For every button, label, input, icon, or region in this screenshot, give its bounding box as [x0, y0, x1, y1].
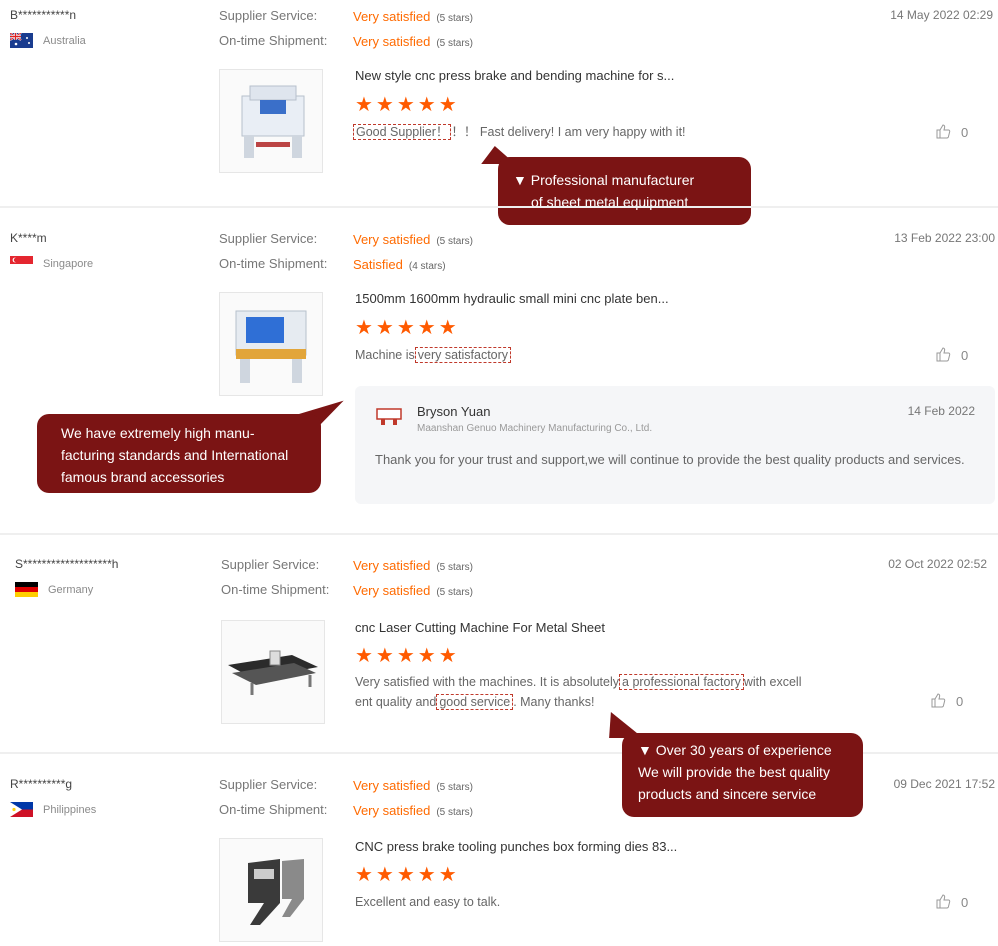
supplier-service-label: Supplier Service:	[221, 557, 320, 572]
supplier-service-rating: Very satisfied (5 stars)	[353, 9, 473, 24]
review-date: 14 May 2022 02:29	[890, 8, 993, 22]
like-count: 0	[961, 125, 969, 140]
product-title-link[interactable]: New style cnc press brake and bending ma…	[355, 68, 674, 83]
ontime-shipment-label: On-time Shipment:	[219, 256, 328, 271]
review-comment: Very satisfied with the machines. It is …	[355, 674, 802, 710]
thumbs-up-icon	[935, 123, 951, 142]
like-count: 0	[961, 348, 969, 363]
country-name: Australia	[43, 34, 86, 47]
reviewer-country: Australia	[10, 33, 86, 48]
shipment-rating: Very satisfied (5 stars)	[353, 583, 473, 598]
supplier-service-label: Supplier Service:	[219, 8, 318, 23]
product-thumbnail[interactable]	[219, 69, 323, 173]
product-thumbnail[interactable]	[219, 838, 323, 942]
highlight-professional-factory: a professional factory	[619, 674, 744, 690]
shipment-rating: Very satisfied (5 stars)	[353, 803, 473, 818]
supplier-service-rating: Very satisfied (5 stars)	[353, 778, 473, 793]
philippines-flag-icon	[10, 802, 33, 817]
ontime-shipment-label: On-time Shipment:	[219, 33, 328, 48]
like-count: 0	[956, 694, 964, 709]
star-rating: ★★★★★	[355, 645, 460, 667]
like-count: 0	[961, 895, 969, 910]
review-date: 09 Dec 2021 17:52	[893, 777, 995, 791]
like-button[interactable]: 0	[935, 123, 968, 142]
ontime-shipment-label: On-time Shipment:	[221, 582, 330, 597]
reviewer-country: Germany	[15, 582, 93, 597]
country-name: Singapore	[43, 257, 94, 270]
review-divider	[0, 206, 998, 208]
callout-manufacturing-standards: We have extremely high manu- facturing s…	[37, 414, 321, 493]
reviewer-country: Philippines	[10, 802, 96, 817]
supplier-logo-icon	[375, 405, 403, 432]
like-button[interactable]: 0	[930, 692, 963, 711]
review-date: 13 Feb 2022 23:00	[894, 231, 995, 245]
review-date: 02 Oct 2022 02:52	[888, 557, 987, 571]
reply-company: Maanshan Genuo Machinery Manufacturing C…	[417, 423, 653, 434]
reply-author: Bryson Yuan	[417, 404, 491, 419]
star-rating: ★★★★★	[355, 317, 460, 339]
thumbs-up-icon	[935, 346, 951, 365]
like-button[interactable]: 0	[935, 893, 968, 912]
shipment-rating: Satisfied (4 stars)	[353, 257, 446, 272]
ontime-shipment-label: On-time Shipment:	[219, 802, 328, 817]
product-title-link[interactable]: cnc Laser Cutting Machine For Metal Shee…	[355, 620, 605, 635]
star-rating: ★★★★★	[355, 864, 460, 886]
shipment-rating: Very satisfied (5 stars)	[353, 34, 473, 49]
product-title-link[interactable]: 1500mm 1600mm hydraulic small mini cnc p…	[355, 291, 669, 306]
reviewer-name: K****m	[10, 231, 47, 245]
product-thumbnail[interactable]	[221, 620, 325, 724]
callout-experience: ▼ Over 30 years of experience We will pr…	[622, 733, 863, 817]
highlight-very-satisfactory: very satisfactory	[414, 347, 512, 363]
reviewer-name: S*******************h	[15, 557, 119, 571]
supplier-service-label: Supplier Service:	[219, 777, 318, 792]
callout-professional-manufacturer: ▼ Professional manufacturer of sheet met…	[498, 157, 751, 225]
review-divider	[0, 533, 998, 535]
supplier-service-rating: Very satisfied (5 stars)	[353, 558, 473, 573]
like-button[interactable]: 0	[935, 346, 968, 365]
reply-text: Thank you for your trust and support,we …	[375, 452, 965, 467]
star-rating: ★★★★★	[355, 94, 460, 116]
highlight-good-service: good service	[436, 694, 514, 710]
product-thumbnail[interactable]	[219, 292, 323, 396]
country-name: Germany	[48, 583, 94, 596]
reply-date: 14 Feb 2022	[907, 404, 975, 418]
singapore-flag-icon	[10, 256, 33, 271]
review-comment: Good Supplier！！！ Fast delivery! I am ver…	[353, 122, 686, 142]
reviewer-name: R**********g	[10, 777, 73, 791]
thumbs-up-icon	[935, 893, 951, 912]
australia-flag-icon	[10, 33, 33, 48]
review-comment: Excellent and easy to talk.	[355, 895, 501, 909]
reviewer-country: Singapore	[10, 256, 93, 271]
germany-flag-icon	[15, 582, 38, 597]
thumbs-up-icon	[930, 692, 946, 711]
review-comment: Machine is very satisfactory	[355, 345, 512, 365]
reviewer-name: B***********n	[10, 8, 77, 22]
product-title-link[interactable]: CNC press brake tooling punches box form…	[355, 839, 677, 854]
highlight-good-supplier: Good Supplier！	[353, 124, 452, 140]
country-name: Philippines	[43, 803, 97, 816]
supplier-service-rating: Very satisfied (5 stars)	[353, 232, 473, 247]
supplier-service-label: Supplier Service:	[219, 231, 318, 246]
